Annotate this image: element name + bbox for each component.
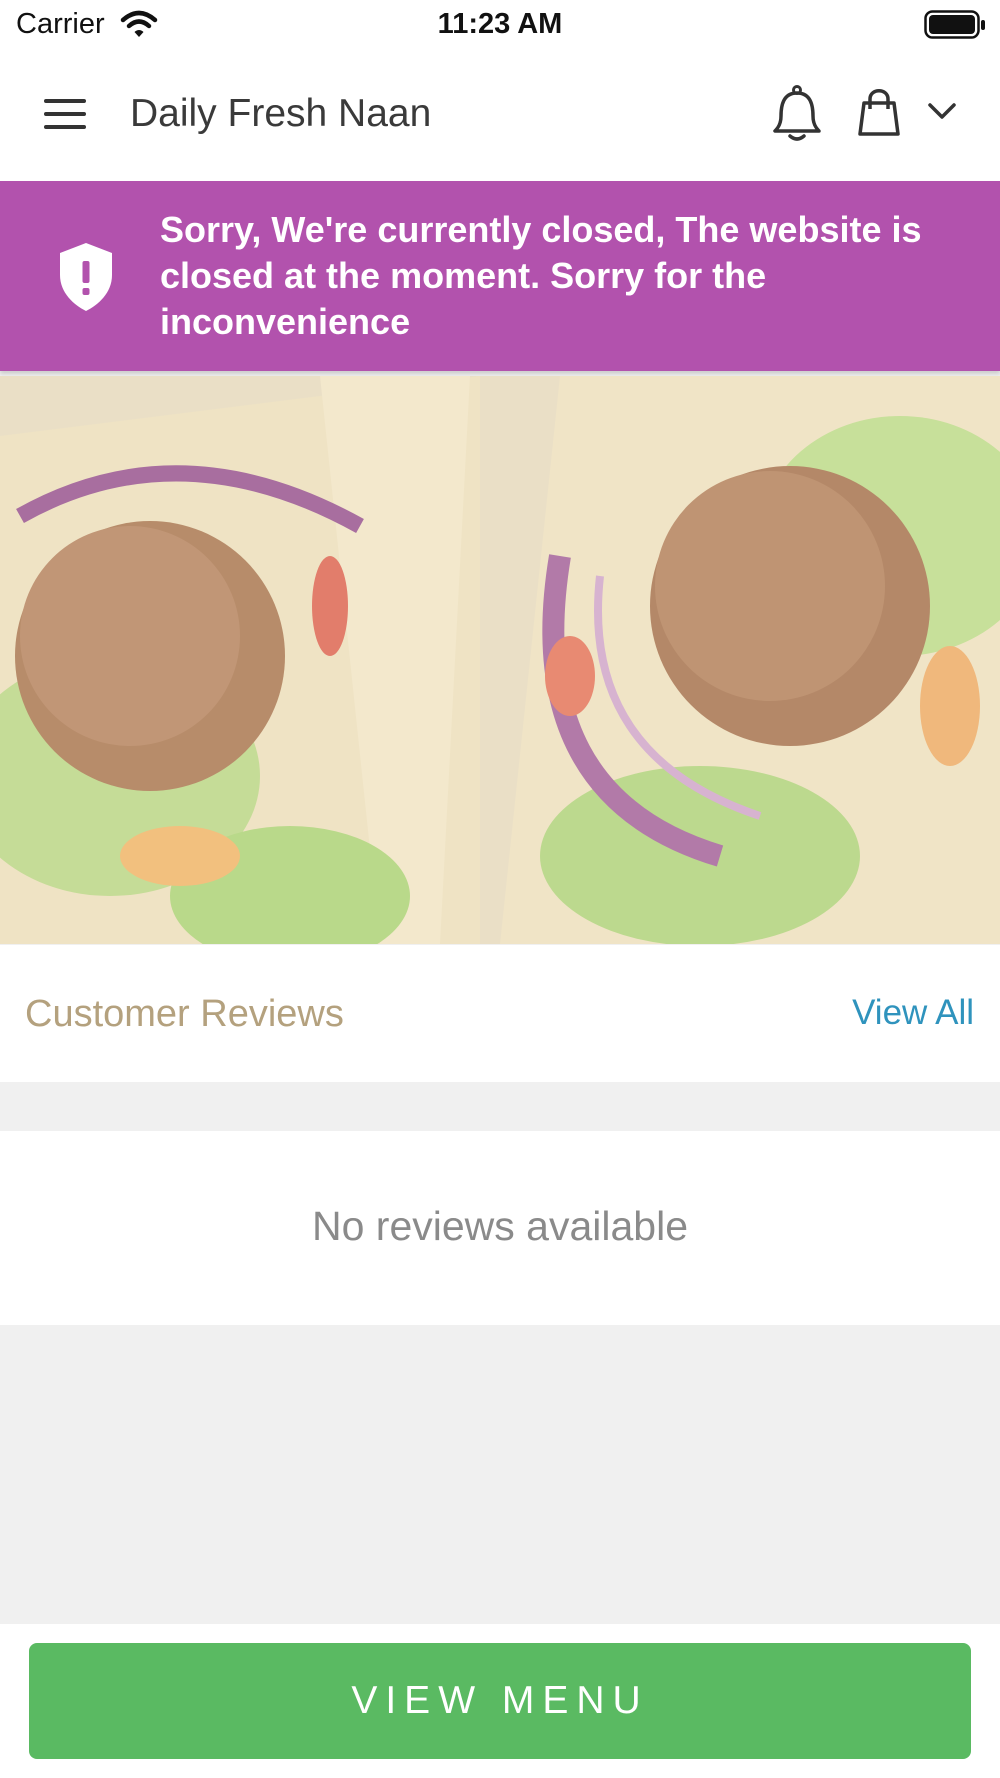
reviews-section-header: Customer Reviews View All [0, 945, 1000, 1082]
closed-message: Sorry, We're currently closed, The websi… [160, 209, 922, 342]
reviews-list: No reviews available [0, 1131, 1000, 1325]
store-closed-banner: Sorry, We're currently closed, The websi… [0, 181, 1000, 371]
status-bar: Carrier 11:23 AM [0, 0, 1000, 50]
menu-icon[interactable] [38, 94, 92, 134]
view-all-reviews-link[interactable]: View All [852, 993, 974, 1033]
shopping-bag-icon[interactable] [856, 88, 902, 143]
shield-alert-icon [58, 241, 114, 318]
app-header: Daily Fresh Naan [0, 50, 1000, 181]
hero-image [0, 376, 1000, 944]
reviews-title: Customer Reviews [25, 993, 344, 1035]
battery-icon [924, 10, 986, 45]
view-menu-button[interactable]: VIEW MENU [29, 1643, 971, 1759]
chevron-down-icon[interactable] [926, 100, 958, 127]
status-time: 11:23 AM [437, 8, 563, 40]
bell-icon[interactable] [772, 84, 822, 149]
no-reviews-message: No reviews available [311, 1203, 688, 1249]
store-title: Daily Fresh Naan [130, 92, 432, 135]
bottom-action-bar: VIEW MENU [0, 1624, 1000, 1778]
